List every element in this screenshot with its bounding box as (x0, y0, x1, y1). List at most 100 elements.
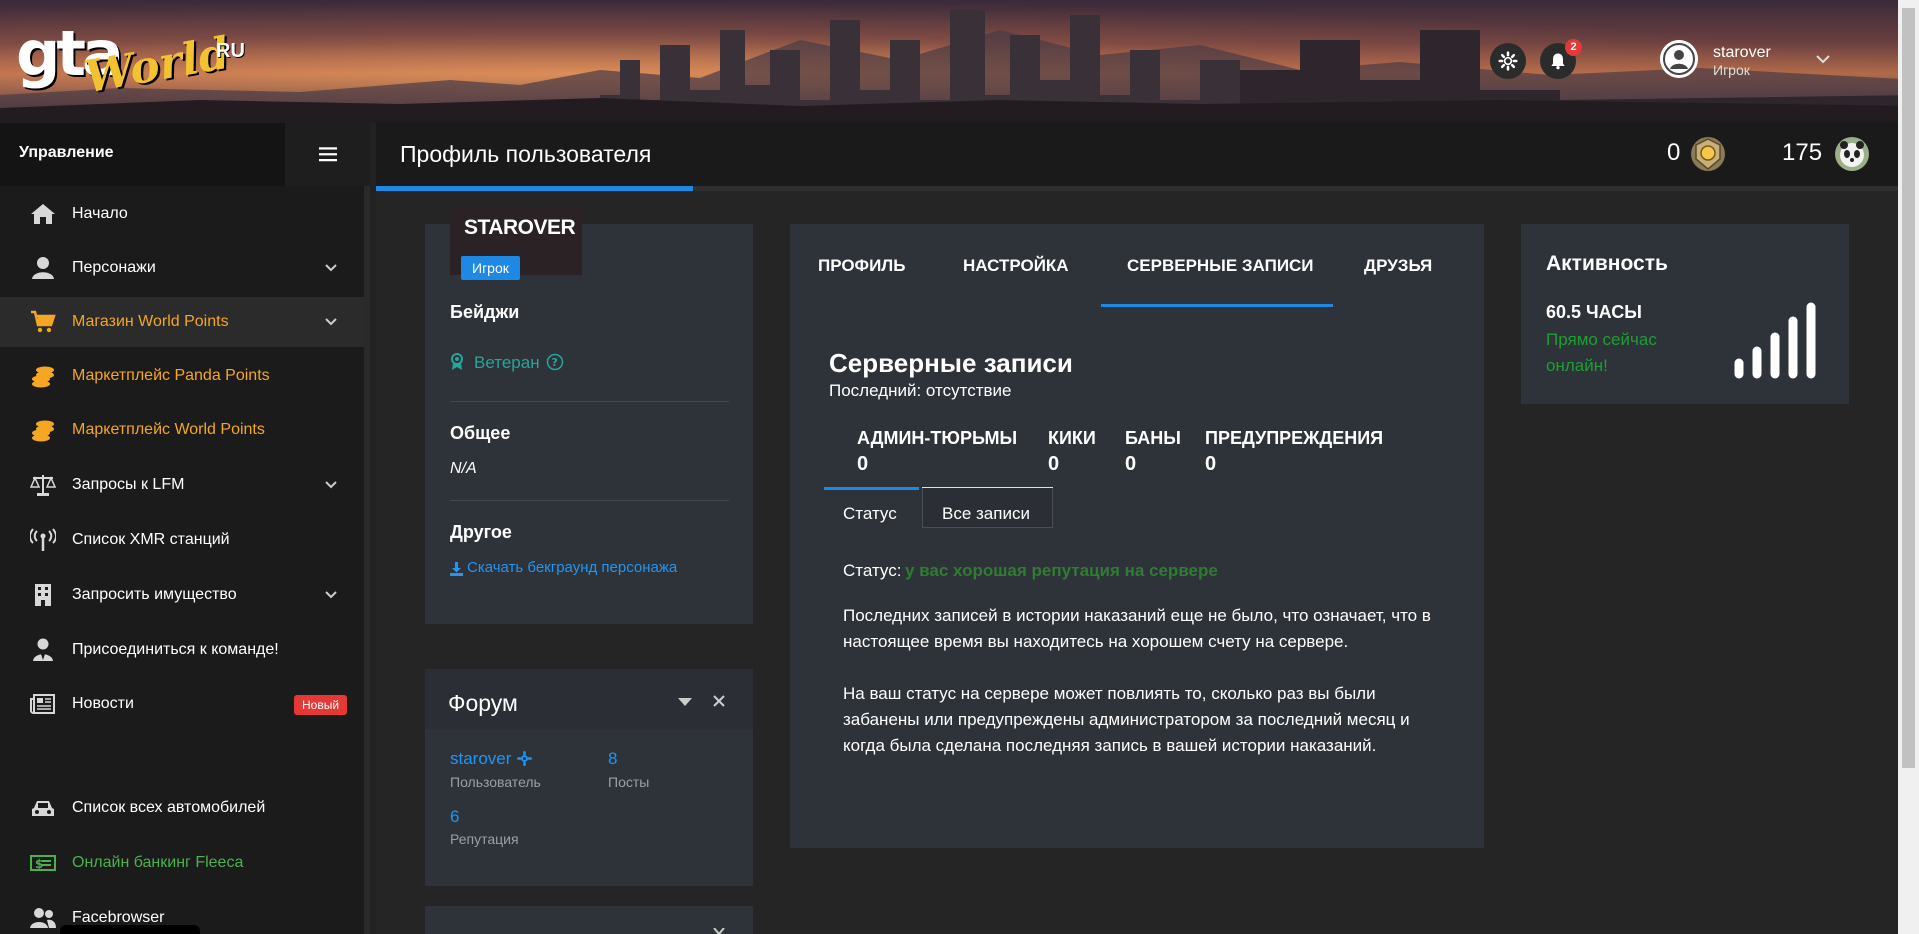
forum-title: Форум (448, 690, 518, 716)
notifications-button[interactable]: 2 (1540, 39, 1582, 79)
sidebar-item-fleeca-banking[interactable]: $ Онлайн банкинг Fleeca (0, 838, 364, 888)
sidebar-item-label: Маркетплейс World Points (72, 421, 265, 438)
home-icon (29, 202, 57, 226)
sidebar-item-news[interactable]: Новости Новый (0, 679, 364, 729)
badges-title: Бейджи (450, 302, 520, 322)
tab-settings[interactable]: НАСТРОЙКА (963, 256, 1069, 276)
activity-status: Прямо сейчас онлайн! (1546, 330, 1657, 375)
records-paragraph-1: Последних записей в истории наказаний ещ… (843, 606, 1431, 651)
money-icon: $ (29, 851, 57, 875)
sidebar-bottom-bar (60, 925, 200, 934)
page-title: Профиль пользователя (400, 141, 652, 167)
chevron-down-icon (325, 318, 337, 326)
profile-name: STAROVER (464, 216, 576, 239)
logo-ru: RU (216, 40, 245, 62)
sidebar-item-label: Запросы к LFM (72, 476, 185, 493)
sidebar-item-label: Магазин World Points (72, 313, 229, 330)
sidebar-header: Управление (0, 123, 370, 186)
city-skyline-image (0, 10, 1919, 123)
sidebar-item-xmr-stations[interactable]: Список XMR станций (0, 515, 364, 565)
forum-username-label: Пользователь (450, 774, 541, 790)
stat-label-admin-jails: АДМИН-ТЮРЬМЫ (857, 428, 1018, 448)
user-name: starover (1713, 44, 1771, 61)
forum-reputation: 6 (450, 807, 460, 826)
bell-icon (1551, 53, 1565, 70)
chevron-down-icon (1816, 55, 1830, 64)
profile-divider (450, 500, 729, 501)
forum-posts: 8 (608, 749, 618, 768)
stat-value-admin-jails: 0 (857, 453, 869, 475)
subtab-all-records[interactable]: Все записи (922, 488, 1053, 528)
sidebar-item-join-team[interactable]: Присоединиться к команде! (0, 625, 364, 675)
next-card (425, 906, 753, 934)
sidebar-item-label: Онлайн банкинг Fleeca (72, 854, 244, 871)
sidebar-title: Управление (19, 144, 114, 161)
antenna-icon (29, 528, 57, 552)
sidebar-item-label: Список XMR станций (72, 531, 230, 548)
stat-value-bans: 0 (1125, 453, 1137, 475)
building-icon (29, 583, 57, 607)
forum-reputation-label: Репутация (450, 831, 519, 847)
svg-text:?: ? (552, 356, 558, 369)
coins-icon (29, 418, 57, 442)
subtab-status[interactable]: Статус (824, 488, 919, 528)
tab-profile[interactable]: ПРОФИЛЬ (818, 256, 905, 276)
gear-icon (517, 751, 532, 766)
records-paragraph-2: На ваш статус на сервере может повлиять … (843, 684, 1410, 755)
sidebar-item-marketplace-world[interactable]: Маркетплейс World Points (0, 405, 364, 455)
chevron-down-icon (325, 591, 337, 599)
profile-divider (450, 401, 729, 402)
subtab-status-label: Статус (843, 504, 897, 523)
sidebar-item-all-vehicles[interactable]: Список всех автомобилей (0, 783, 364, 833)
question-circle-icon[interactable]: ? (546, 353, 564, 371)
other-title: Другое (450, 522, 512, 542)
chevron-down-icon (325, 481, 337, 489)
close-icon[interactable] (712, 694, 726, 708)
user-avatar-icon (1660, 40, 1698, 78)
sidebar-item-label: Маркетплейс Panda Points (72, 367, 270, 384)
sidebar-toggle-button[interactable] (285, 123, 370, 186)
sidebar-item-shop-world-points[interactable]: Магазин World Points (0, 297, 364, 347)
tab-friends[interactable]: ДРУЗЬЯ (1364, 256, 1432, 276)
stat-value-warnings: 0 (1205, 453, 1217, 475)
sidebar-item-characters[interactable]: Персонажи (0, 243, 364, 293)
close-icon[interactable] (712, 928, 726, 934)
caret-down-icon[interactable] (678, 697, 692, 707)
header-banner: gta World RU (0, 0, 1919, 123)
badge-veteran[interactable]: Ветеран (474, 353, 540, 373)
status-value: у вас хорошая репутация на сервере (905, 561, 1218, 580)
sidebar-item-home[interactable]: Начало (0, 189, 364, 239)
tab-server-records[interactable]: СЕРВЕРНЫЕ ЗАПИСИ (1127, 256, 1314, 276)
sidebar: Управление Начало Персонажи Магазин Worl… (0, 123, 370, 934)
sidebar-item-label: Запросить имущество (72, 586, 237, 603)
last-record: Последний: отсутствие (829, 381, 1012, 400)
site-logo[interactable]: gta World RU (16, 18, 245, 104)
user-menu[interactable]: starover Игрок (1660, 40, 1830, 84)
panda-points-count: 175 (1782, 139, 1823, 166)
download-background-link[interactable]: Скачать бекграунд персонажа (467, 559, 677, 576)
stat-label-kicks: КИКИ (1048, 428, 1096, 448)
section-title: Серверные записи (829, 348, 1073, 378)
activity-title: Активность (1546, 252, 1668, 275)
car-icon (29, 796, 57, 820)
world-points-count: 0 (1667, 139, 1681, 166)
stat-label-bans: БАНЫ (1125, 428, 1181, 448)
sidebar-item-label: Персонажи (72, 259, 156, 276)
forum-username[interactable]: starover (450, 749, 511, 769)
status-label: Статус: (843, 561, 902, 580)
settings-button[interactable] (1490, 43, 1526, 79)
notifications-count-badge: 2 (1565, 39, 1582, 56)
stat-value-kicks: 0 (1048, 453, 1060, 475)
new-badge: Новый (294, 695, 348, 715)
hamburger-icon (318, 147, 337, 162)
sidebar-item-label: Присоединиться к команде! (72, 641, 279, 658)
newspaper-icon (29, 692, 57, 716)
sidebar-item-request-property[interactable]: Запросить имущество (0, 570, 364, 620)
page-header-bar: Профиль пользователя 0 175 (376, 123, 1898, 191)
users-icon (29, 906, 57, 930)
general-title: Общее (450, 423, 511, 443)
scrollbar-thumb[interactable] (1902, 8, 1915, 768)
sidebar-item-lfm-requests[interactable]: Запросы к LFM (0, 460, 364, 510)
user-role: Игрок (1713, 62, 1750, 78)
sidebar-item-marketplace-panda[interactable]: Маркетплейс Panda Points (0, 351, 364, 401)
